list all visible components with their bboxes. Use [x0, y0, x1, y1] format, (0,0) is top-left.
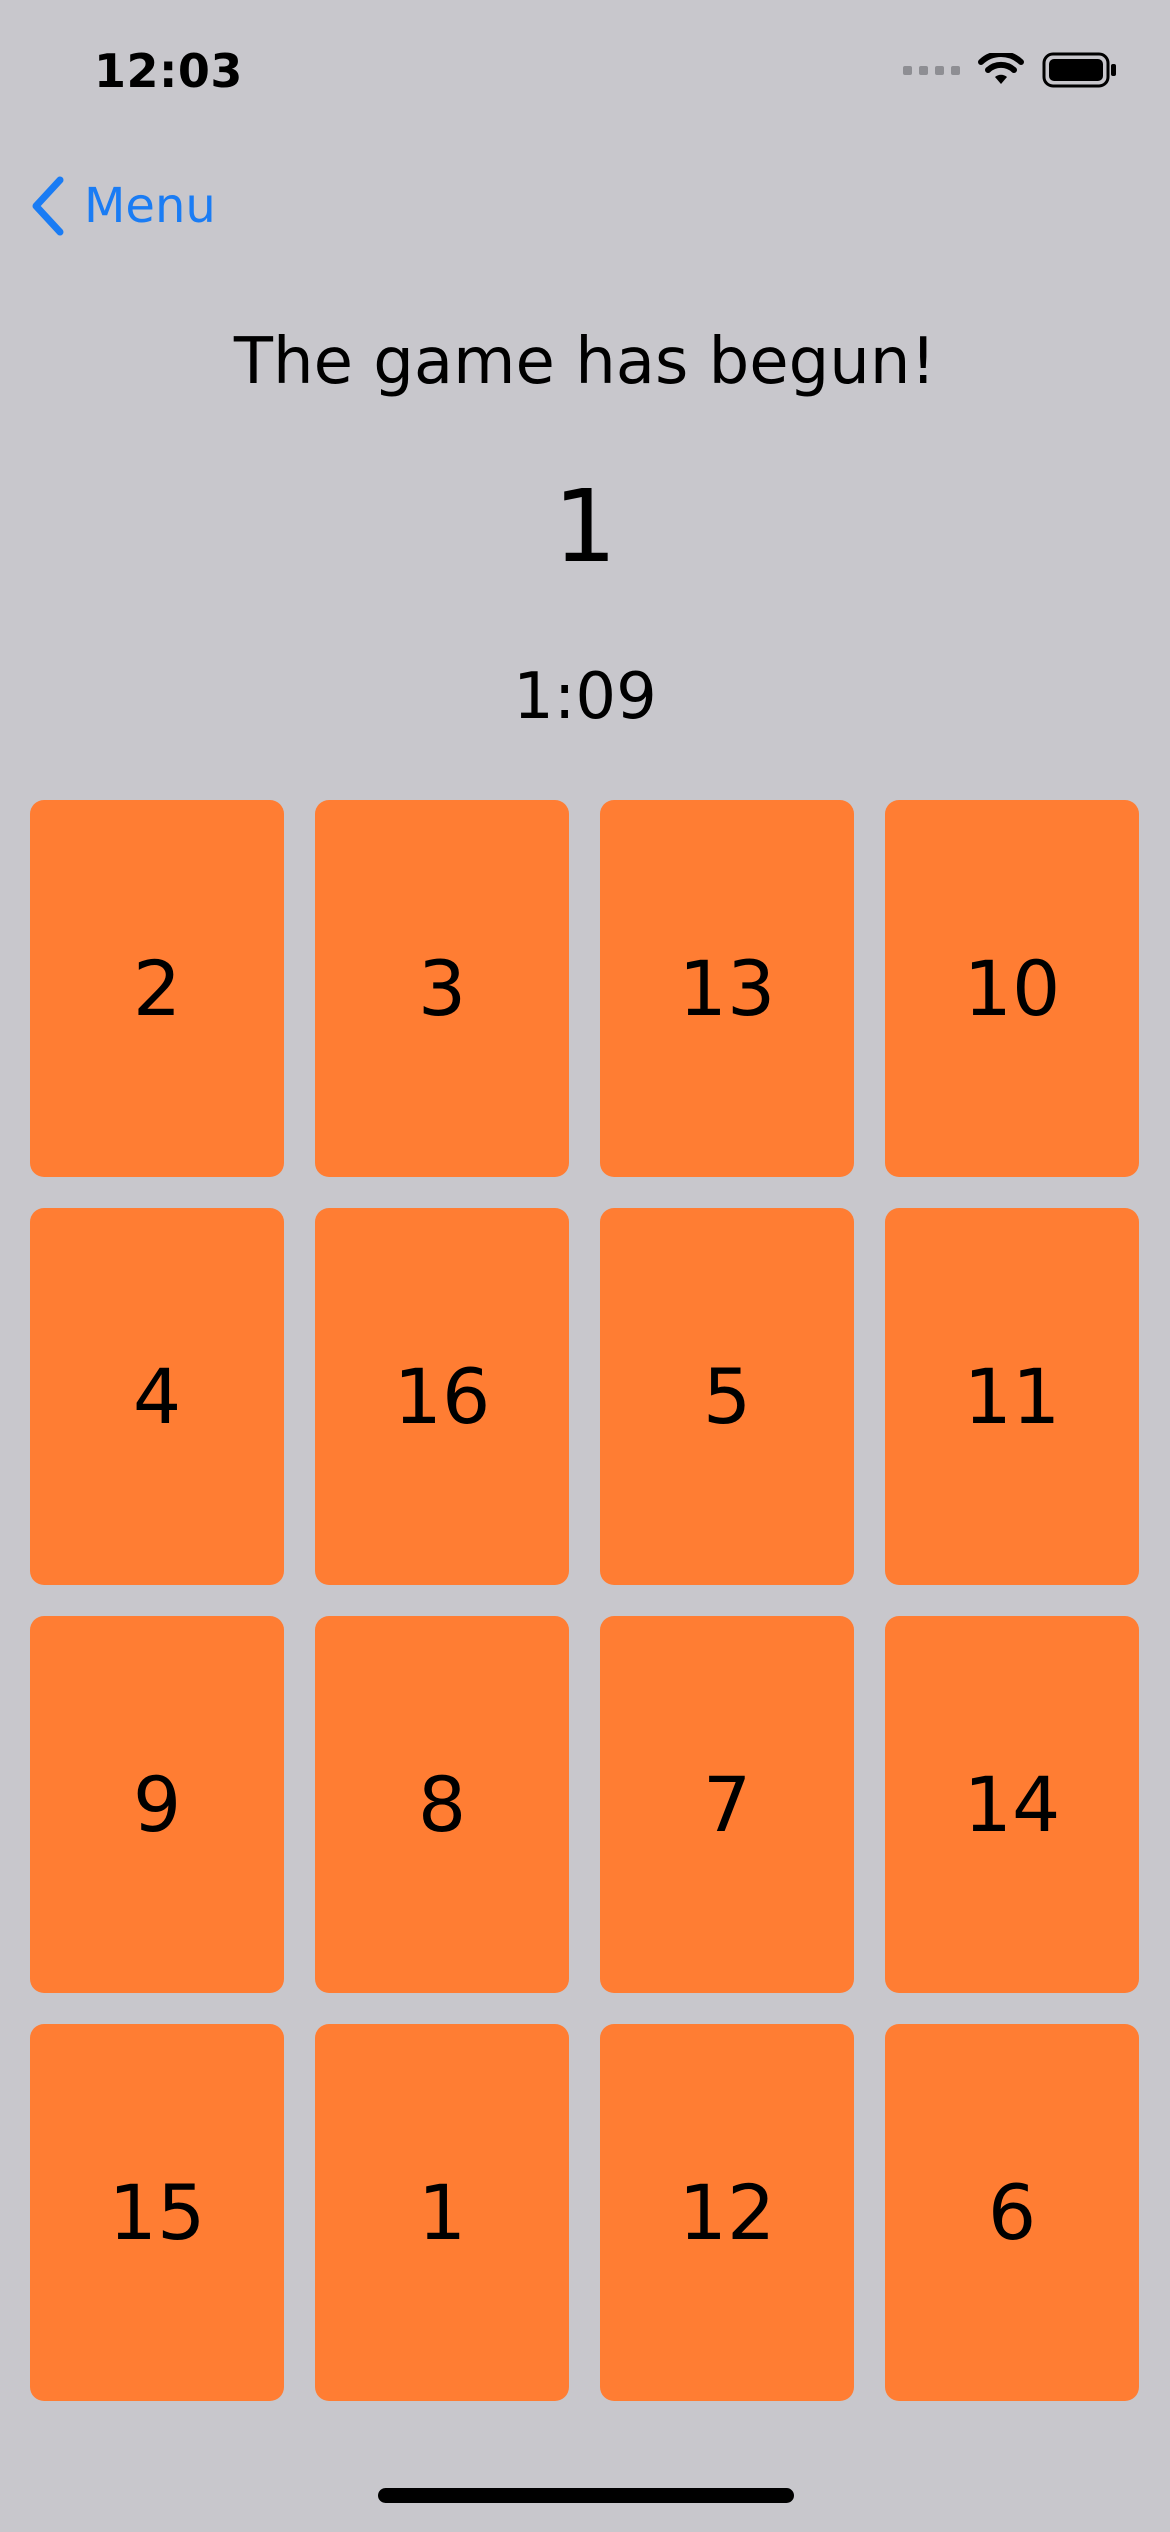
game-status-headline: The game has begun! [233, 325, 937, 399]
status-icons [903, 52, 1118, 88]
number-tile[interactable]: 13 [600, 800, 854, 1177]
number-tile[interactable]: 6 [885, 2024, 1139, 2401]
chevron-left-icon [32, 176, 64, 236]
cellular-signal-icon [903, 65, 960, 75]
target-number: 1 [553, 468, 617, 585]
number-tile[interactable]: 1 [315, 2024, 569, 2401]
number-tile[interactable]: 10 [885, 800, 1139, 1177]
number-tile[interactable]: 16 [315, 1208, 569, 1585]
number-tile[interactable]: 9 [30, 1616, 284, 1993]
number-tile[interactable]: 3 [315, 800, 569, 1177]
number-tile[interactable]: 12 [600, 2024, 854, 2401]
number-tile[interactable]: 5 [600, 1208, 854, 1585]
number-tile[interactable]: 7 [600, 1616, 854, 1993]
home-indicator[interactable] [378, 2488, 794, 2503]
status-bar: 12:03 [0, 0, 1170, 150]
number-tile[interactable]: 4 [30, 1208, 284, 1585]
number-tile[interactable]: 15 [30, 2024, 284, 2401]
battery-icon [1042, 52, 1116, 88]
number-tile[interactable]: 11 [885, 1208, 1139, 1585]
tile-grid: 2 3 13 10 4 16 5 11 9 8 7 14 15 1 12 6 [30, 800, 1140, 2401]
number-tile[interactable]: 8 [315, 1616, 569, 1993]
number-tile[interactable]: 2 [30, 800, 284, 1177]
number-tile[interactable]: 14 [885, 1616, 1139, 1993]
wifi-icon [978, 53, 1024, 84]
status-time: 12:03 [94, 44, 243, 98]
game-timer: 1:09 [513, 660, 657, 734]
menu-back-label: Menu [84, 178, 216, 234]
menu-back-button[interactable]: Menu [28, 170, 216, 242]
